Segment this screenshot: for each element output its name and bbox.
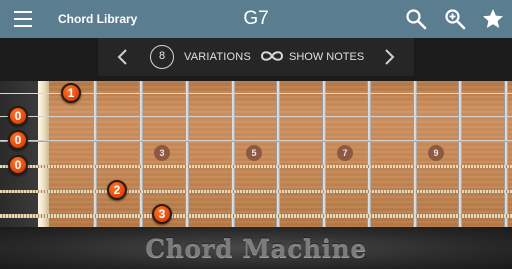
show-notes-button[interactable]: SHOW NOTES <box>258 46 368 68</box>
zoom-in-icon[interactable] <box>443 7 467 31</box>
chord-name: G7 <box>243 8 269 29</box>
nut <box>38 81 49 227</box>
app-bar: Chord Library G7 <box>0 0 512 38</box>
infinity-icon <box>260 51 284 61</box>
chevron-left-icon[interactable] <box>116 48 130 66</box>
fret-marker: 7 <box>337 145 353 161</box>
open-string-marker[interactable]: 0 <box>8 130 28 150</box>
open-string-marker[interactable]: 0 <box>8 155 28 175</box>
fret-9 <box>458 81 462 227</box>
string-5 <box>0 190 512 193</box>
show-notes-label: SHOW NOTES <box>289 51 365 63</box>
finger-dot[interactable]: 1 <box>61 83 81 103</box>
brand-logo: Chord Machine <box>145 234 367 263</box>
app-title: Chord Library <box>58 12 138 26</box>
search-icon[interactable] <box>404 7 428 31</box>
string-3 <box>0 140 512 142</box>
string-2 <box>0 116 512 117</box>
fretboard[interactable]: 3 5 7 9 0 0 0 1 2 3 <box>0 81 512 227</box>
fret-8 <box>413 81 417 227</box>
fret-6 <box>322 81 326 227</box>
fret-marker: 9 <box>428 145 444 161</box>
chevron-right-icon[interactable] <box>382 48 396 66</box>
menu-icon[interactable] <box>14 11 32 27</box>
fret-5 <box>276 81 280 227</box>
fret-marker: 5 <box>246 145 262 161</box>
fret-10 <box>504 81 508 227</box>
string-6 <box>0 214 512 218</box>
string-4 <box>0 165 512 168</box>
fret-3 <box>185 81 189 227</box>
variations-label: VARIATIONS <box>184 51 251 63</box>
fret-1 <box>93 81 97 227</box>
fret-2 <box>139 81 143 227</box>
finger-dot[interactable]: 3 <box>152 204 172 224</box>
headstock-area <box>0 81 38 227</box>
footer: Chord Machine <box>0 227 512 269</box>
variation-count: 8 <box>150 45 174 69</box>
finger-dot[interactable]: 2 <box>107 180 127 200</box>
star-icon[interactable] <box>481 7 505 31</box>
open-string-marker[interactable]: 0 <box>8 106 28 126</box>
fret-7 <box>367 81 371 227</box>
variations-toolbar: 8 VARIATIONS SHOW NOTES <box>98 38 414 76</box>
fret-marker: 3 <box>154 145 170 161</box>
fret-4 <box>231 81 235 227</box>
